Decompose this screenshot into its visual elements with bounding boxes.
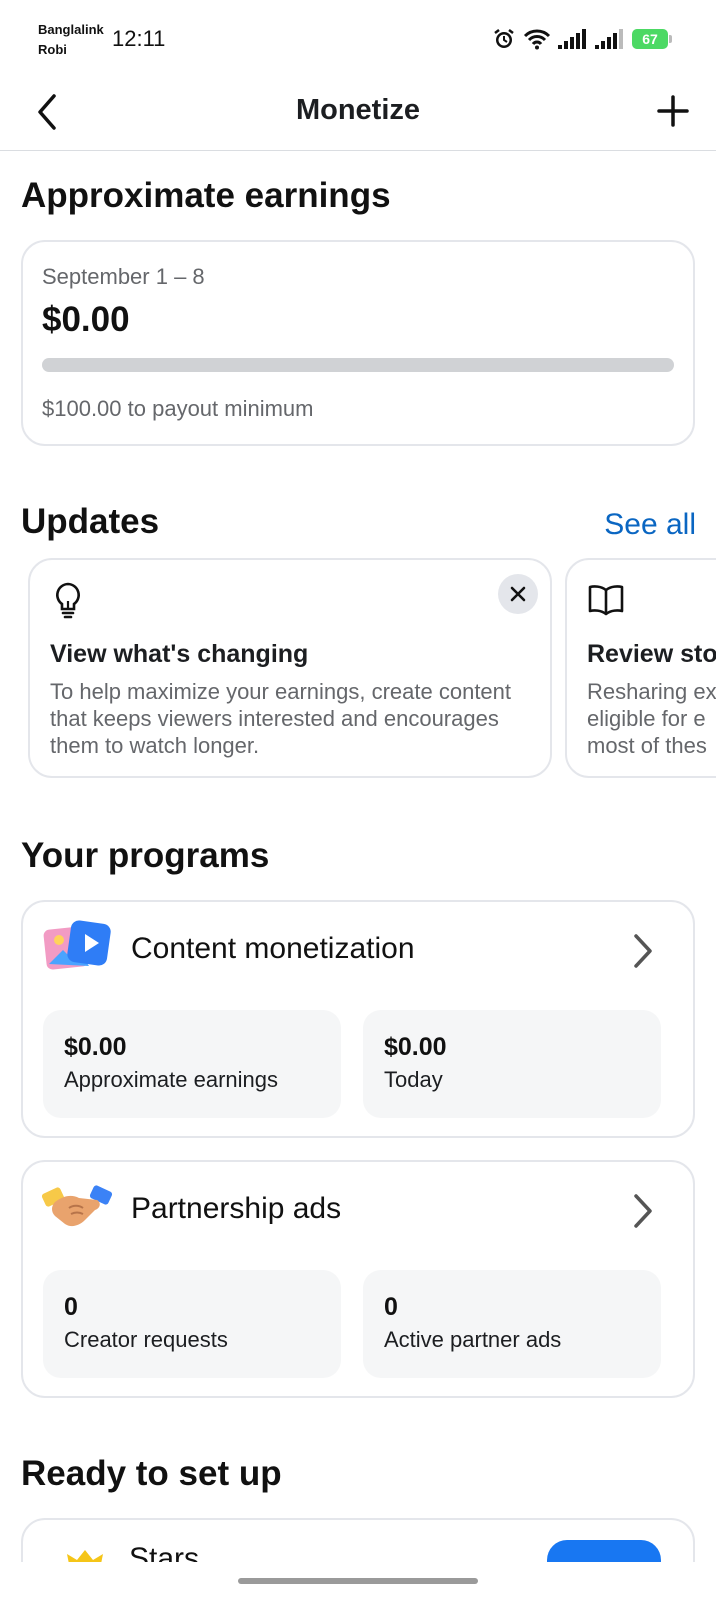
signal-icon <box>595 29 623 49</box>
close-icon <box>510 586 526 602</box>
ready-item-stars[interactable]: Stars <box>21 1518 695 1562</box>
stat-label: Active partner ads <box>384 1327 562 1352</box>
stat-value: 0 <box>384 1293 398 1321</box>
battery-level: 67 <box>642 31 658 47</box>
plus-icon <box>657 95 689 127</box>
ready-item-title: Stars <box>129 1542 200 1562</box>
program-title: Content monetization <box>131 932 415 965</box>
stat-value: $0.00 <box>64 1033 127 1061</box>
set-up-button[interactable] <box>547 1540 661 1562</box>
stat-tile: $0.00 Today <box>363 1010 661 1118</box>
program-card-content-monetization[interactable]: Content monetization $0.00 Approximate e… <box>21 900 695 1138</box>
page-title: Monetize <box>295 94 421 126</box>
ready-list-viewport: Stars <box>0 1516 716 1562</box>
update-card-body-line: eligible for e <box>587 706 706 731</box>
program-card-partnership-ads[interactable]: Partnership ads 0 Creator requests 0 Act… <box>21 1160 695 1398</box>
carrier-names: Banglalink Robi <box>38 20 104 60</box>
stat-tile: 0 Active partner ads <box>363 1270 661 1378</box>
stat-value: 0 <box>64 1293 78 1321</box>
earnings-heading: Approximate earnings <box>21 176 391 215</box>
stat-tile: 0 Creator requests <box>43 1270 341 1378</box>
status-icons: 67 <box>492 27 672 51</box>
content-monetization-icon <box>43 920 111 970</box>
update-card[interactable]: View what's changing To help maximize yo… <box>28 558 552 778</box>
updates-heading: Updates <box>21 502 160 541</box>
program-title: Partnership ads <box>131 1192 342 1225</box>
earnings-amount: $0.00 <box>42 300 130 339</box>
stat-value: $0.00 <box>384 1033 447 1061</box>
lightbulb-icon <box>56 582 80 619</box>
add-button[interactable] <box>656 94 690 133</box>
alarm-icon <box>494 29 514 48</box>
header-divider <box>0 150 716 151</box>
update-card-body: Resharing ex eligible for e most of thes <box>587 678 716 759</box>
stars-icon <box>67 1550 103 1562</box>
update-card-title: View what's changing <box>50 640 309 668</box>
update-card[interactable]: Review sto Resharing ex eligible for e m… <box>565 558 716 778</box>
update-card-title: Review sto <box>587 640 716 668</box>
handshake-icon <box>41 1185 113 1227</box>
status-time: 12:11 <box>112 26 166 51</box>
payout-note: $100.00 to payout minimum <box>42 396 314 421</box>
update-card-body-line: Resharing ex <box>587 679 716 704</box>
update-card-body: To help maximize your earnings, create c… <box>50 679 512 758</box>
ready-heading: Ready to set up <box>21 1454 282 1493</box>
signal-icon <box>558 29 586 49</box>
carrier-1: Banglalink <box>38 22 104 37</box>
chevron-right-icon <box>634 1194 652 1228</box>
book-icon <box>588 585 624 616</box>
stat-label: Today <box>384 1067 443 1092</box>
stat-tile: $0.00 Approximate earnings <box>43 1010 341 1118</box>
programs-heading: Your programs <box>21 836 270 875</box>
dismiss-update-button[interactable] <box>498 574 538 614</box>
earnings-date-range: September 1 – 8 <box>42 264 205 289</box>
carrier-2: Robi <box>38 42 67 57</box>
stat-label: Creator requests <box>64 1327 228 1352</box>
battery-icon: 67 <box>632 29 672 49</box>
home-indicator[interactable] <box>238 1578 478 1584</box>
update-card-body-line: most of thes <box>587 733 707 758</box>
payout-progress-bar <box>42 358 674 372</box>
see-all-link[interactable]: See all <box>604 508 696 542</box>
chevron-right-icon <box>634 934 652 968</box>
stat-label: Approximate earnings <box>64 1067 279 1092</box>
wifi-icon <box>523 29 551 50</box>
